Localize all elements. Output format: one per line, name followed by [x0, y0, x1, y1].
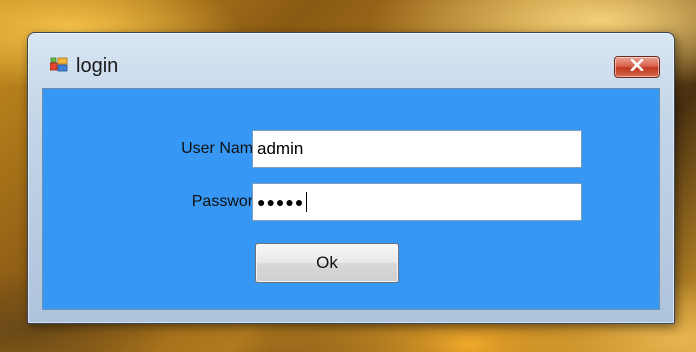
- desktop-wallpaper: login User Name Password ●●●●● Ok: [0, 0, 696, 352]
- form-window-icon: [49, 57, 68, 73]
- password-input[interactable]: ●●●●●: [252, 183, 582, 221]
- text-caret: [306, 192, 308, 212]
- close-icon: [630, 58, 644, 76]
- title-bar[interactable]: login: [28, 33, 674, 85]
- username-label: User Name: [181, 140, 262, 157]
- form-panel: User Name Password ●●●●● Ok: [42, 88, 660, 310]
- password-mask: ●●●●●: [257, 194, 305, 210]
- username-input[interactable]: [252, 130, 582, 168]
- close-button[interactable]: [614, 56, 660, 78]
- window-title: login: [76, 55, 119, 77]
- ok-button[interactable]: Ok: [255, 243, 399, 283]
- login-window: login User Name Password ●●●●● Ok: [27, 32, 675, 324]
